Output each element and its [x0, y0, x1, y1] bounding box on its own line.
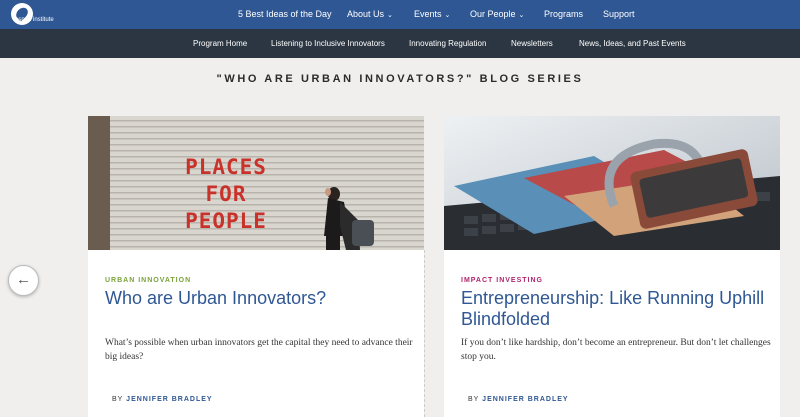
card-description: If you don’t like hardship, don’t become… — [461, 338, 771, 362]
sign-line-1: PLACES — [185, 155, 267, 179]
card-title[interactable]: Entrepreneurship: Like Running Uphill Bl… — [461, 288, 771, 330]
byline-prefix: BY — [468, 396, 480, 403]
card-byline: BY JENNIFER BRADLEY — [112, 396, 213, 403]
card-category[interactable]: URBAN INNOVATION — [105, 277, 191, 284]
subnav-program-home[interactable]: Program Home — [193, 39, 247, 48]
chevron-down-icon: ⌄ — [444, 12, 451, 19]
card-description: What’s possible when urban innovators ge… — [105, 338, 413, 362]
image-sign-text: PLACES FOR PEOPLE — [181, 154, 271, 235]
nav-label: 5 Best Ideas of the Day — [238, 9, 332, 19]
top-nav: aspen institute 5 Best Ideas of the Day … — [0, 0, 800, 29]
author-link[interactable]: JENNIFER BRADLEY — [126, 396, 212, 403]
nav-label: Programs — [544, 9, 584, 19]
blog-card[interactable]: PLACES FOR PEOPLE URBAN INNOVATION Who a… — [88, 116, 424, 417]
card-title[interactable]: Who are Urban Innovators? — [105, 288, 415, 309]
sign-line-3: PEOPLE — [185, 209, 267, 233]
series-title: "WHO ARE URBAN INNOVATORS?" BLOG SERIES — [216, 73, 584, 85]
nav-label: Support — [603, 9, 635, 19]
subnav-newsletters[interactable]: Newsletters — [511, 39, 553, 48]
nav-item-our-people[interactable]: Our People ⌄ — [470, 9, 524, 19]
nav-item-events[interactable]: Events ⌄ — [414, 9, 450, 19]
subnav-listening-inclusive-innovators[interactable]: Listening to Inclusive Innovators — [271, 39, 385, 48]
chevron-down-icon: ⌄ — [518, 12, 525, 19]
byline-prefix: BY — [112, 396, 124, 403]
aspen-institute-logo[interactable]: aspen institute — [11, 3, 71, 27]
card-image-padlock-cards[interactable] — [444, 116, 780, 250]
program-subnav: Program Home Listening to Inclusive Inno… — [0, 29, 800, 58]
nav-label: Events — [414, 9, 442, 19]
nav-label: Our People — [470, 9, 516, 19]
nav-item-support[interactable]: Support — [603, 9, 635, 19]
arrow-left-icon: ← — [16, 271, 31, 288]
author-link[interactable]: JENNIFER BRADLEY — [482, 396, 568, 403]
logo-text: aspen institute — [15, 17, 54, 23]
nav-item-about-us[interactable]: About Us ⌄ — [347, 9, 393, 19]
carousel-prev-button[interactable]: ← — [8, 265, 39, 296]
card-category[interactable]: IMPACT INVESTING — [461, 277, 543, 284]
blog-card[interactable]: IMPACT INVESTING Entrepreneurship: Like … — [444, 116, 780, 417]
sign-line-2: FOR — [205, 182, 247, 206]
nav-item-best-ideas[interactable]: 5 Best Ideas of the Day — [238, 9, 332, 19]
subnav-innovating-regulation[interactable]: Innovating Regulation — [409, 39, 486, 48]
card-image-places-for-people[interactable]: PLACES FOR PEOPLE — [88, 116, 424, 250]
card-byline: BY JENNIFER BRADLEY — [468, 396, 569, 403]
subnav-news-ideas-past-events[interactable]: News, Ideas, and Past Events — [579, 39, 686, 48]
nav-item-programs[interactable]: Programs — [544, 9, 583, 19]
chevron-down-icon: ⌄ — [387, 12, 393, 19]
nav-label: About Us — [347, 9, 385, 19]
card-divider — [424, 250, 425, 417]
